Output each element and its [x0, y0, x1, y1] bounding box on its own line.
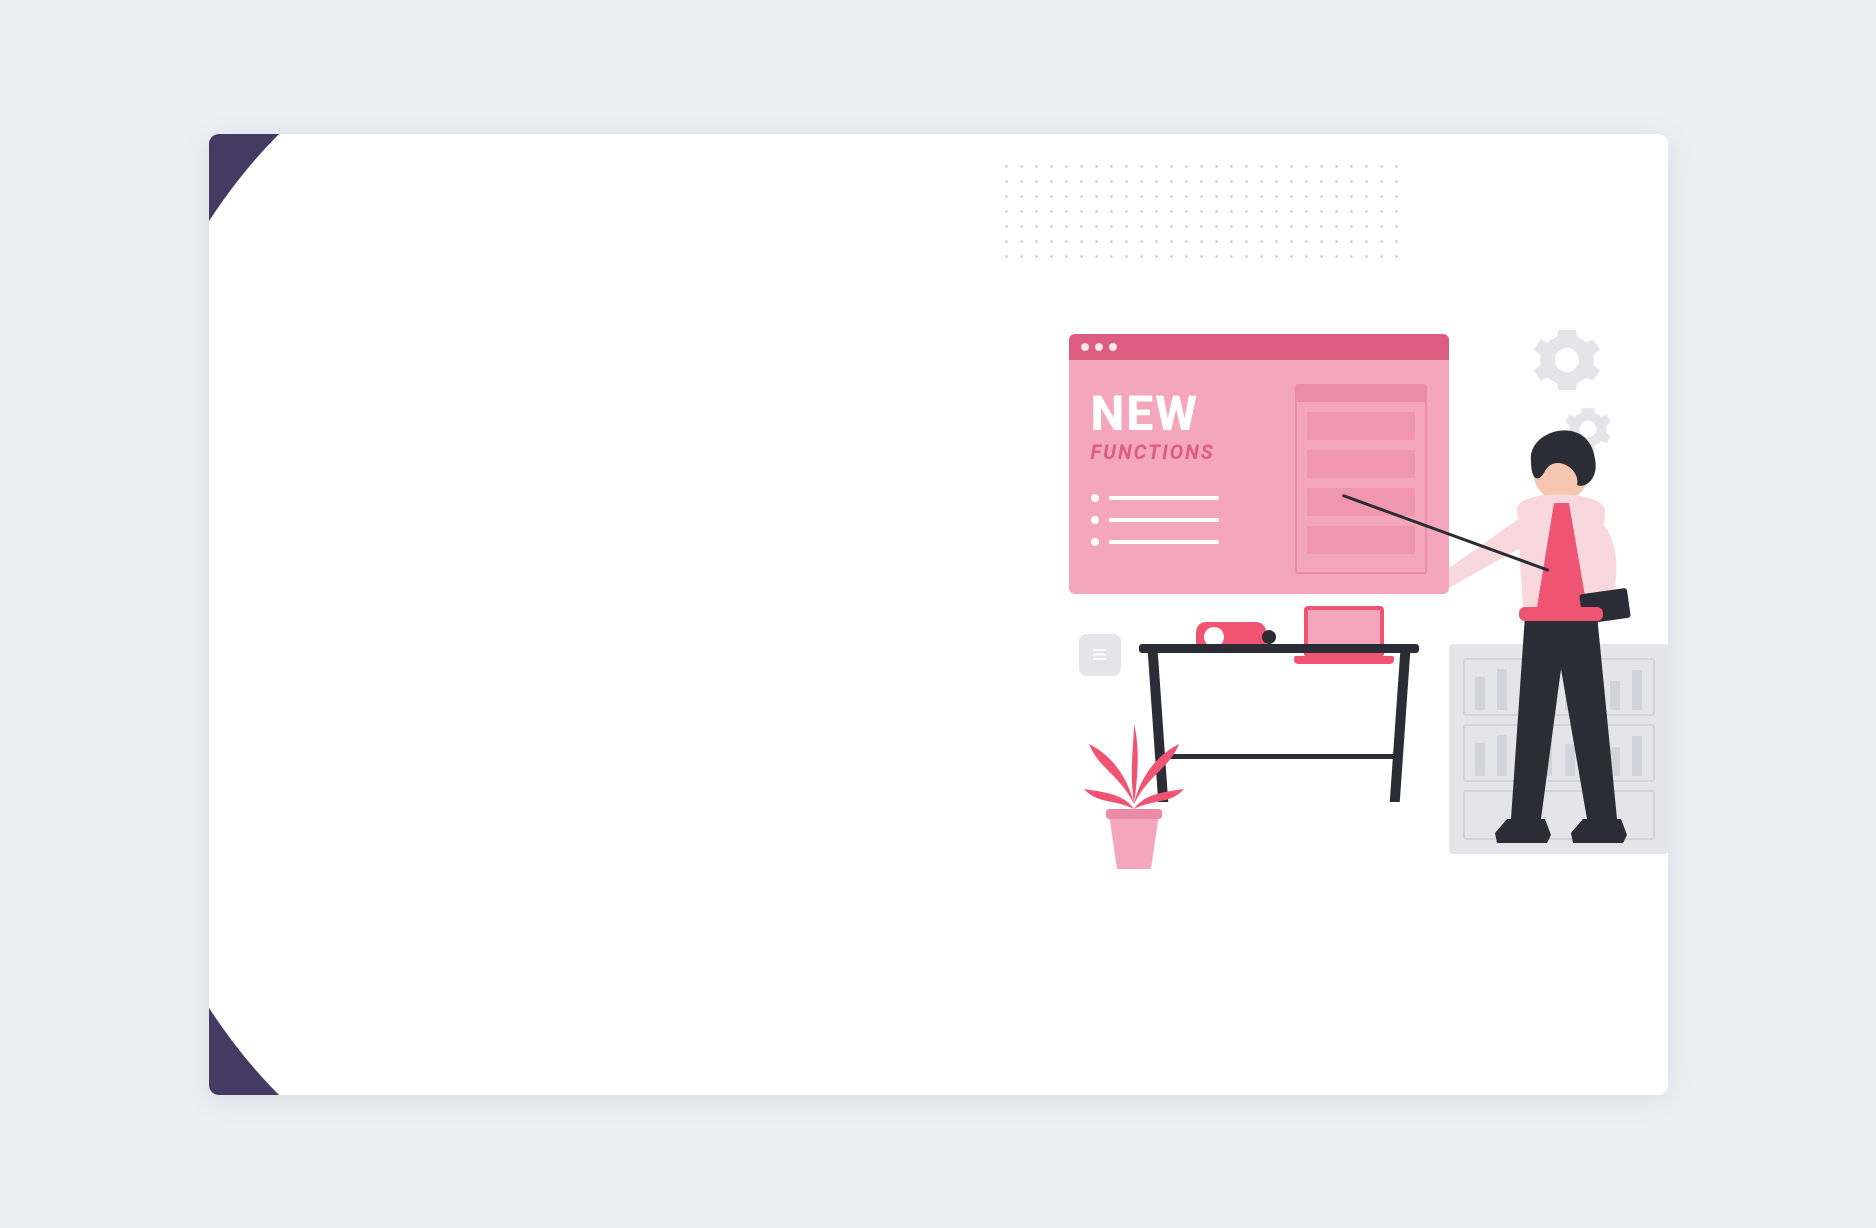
left-panel: u New Feature Onboarding How To Make Use… [209, 134, 939, 1095]
board-header-bar [1069, 334, 1449, 360]
presentation-board: NEW FUNCTIONS [1069, 334, 1449, 594]
speaker-icon [1079, 634, 1121, 676]
illustration-area: NEW FUNCTIONS [929, 134, 1668, 1095]
board-word-new: NEW [1091, 390, 1200, 438]
stage: u New Feature Onboarding How To Make Use… [0, 0, 1876, 1228]
potted-plant [1079, 714, 1189, 874]
presenter-illustration [1449, 419, 1649, 859]
presentation-scene: NEW FUNCTIONS [1069, 314, 1589, 874]
board-bullets [1091, 494, 1219, 560]
board-word-functions: FUNCTIONS [1091, 440, 1215, 464]
board-feature-panel [1295, 384, 1427, 574]
gear-icon [1531, 324, 1603, 396]
curve-divider [209, 134, 999, 1095]
banner-card: u New Feature Onboarding How To Make Use… [209, 134, 1668, 1095]
